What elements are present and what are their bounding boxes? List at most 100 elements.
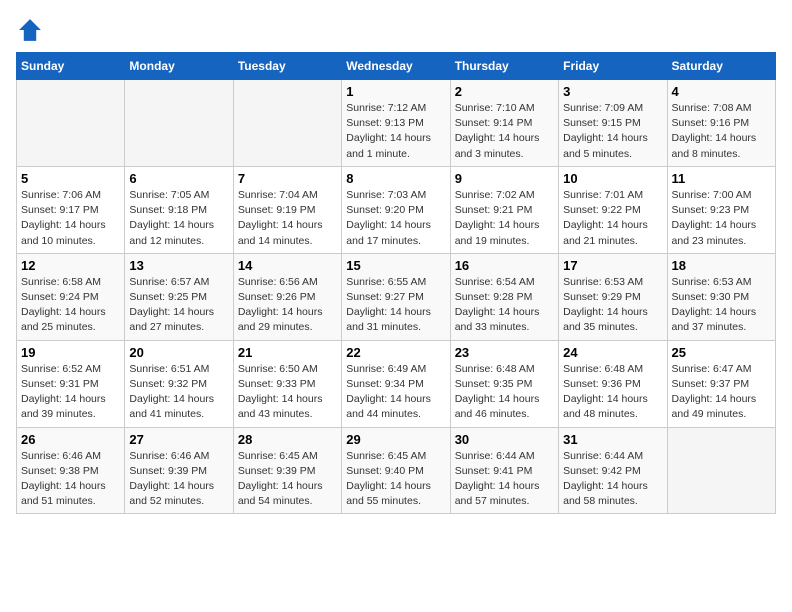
day-info: Sunrise: 6:51 AM Sunset: 9:32 PM Dayligh… — [129, 362, 228, 423]
calendar-cell: 18 Sunrise: 6:53 AM Sunset: 9:30 PM Dayli… — [667, 253, 775, 340]
column-header-sunday: Sunday — [17, 53, 125, 80]
calendar-cell: 17 Sunrise: 6:53 AM Sunset: 9:29 PM Dayli… — [559, 253, 667, 340]
day-info: Sunrise: 6:57 AM Sunset: 9:25 PM Dayligh… — [129, 275, 228, 336]
day-info: Sunrise: 6:48 AM Sunset: 9:35 PM Dayligh… — [455, 362, 554, 423]
day-info: Sunrise: 7:10 AM Sunset: 9:14 PM Dayligh… — [455, 101, 554, 162]
day-number: 28 — [238, 432, 337, 447]
day-info: Sunrise: 6:50 AM Sunset: 9:33 PM Dayligh… — [238, 362, 337, 423]
calendar-cell: 27 Sunrise: 6:46 AM Sunset: 9:39 PM Dayli… — [125, 427, 233, 514]
calendar-cell — [233, 80, 341, 167]
day-info: Sunrise: 7:09 AM Sunset: 9:15 PM Dayligh… — [563, 101, 662, 162]
day-number: 17 — [563, 258, 662, 273]
calendar-cell: 25 Sunrise: 6:47 AM Sunset: 9:37 PM Dayli… — [667, 340, 775, 427]
calendar-cell: 12 Sunrise: 6:58 AM Sunset: 9:24 PM Dayli… — [17, 253, 125, 340]
column-header-saturday: Saturday — [667, 53, 775, 80]
day-number: 2 — [455, 84, 554, 99]
calendar-cell: 10Sunrise: 7:01 AM Sunset: 9:22 PM Dayli… — [559, 166, 667, 253]
day-number: 6 — [129, 171, 228, 186]
day-info: Sunrise: 7:01 AM Sunset: 9:22 PM Dayligh… — [563, 188, 662, 249]
day-info: Sunrise: 6:55 AM Sunset: 9:27 PM Dayligh… — [346, 275, 445, 336]
day-info: Sunrise: 7:04 AM Sunset: 9:19 PM Dayligh… — [238, 188, 337, 249]
day-info: Sunrise: 6:45 AM Sunset: 9:39 PM Dayligh… — [238, 449, 337, 510]
day-info: Sunrise: 6:46 AM Sunset: 9:38 PM Dayligh… — [21, 449, 120, 510]
day-number: 15 — [346, 258, 445, 273]
day-number: 9 — [455, 171, 554, 186]
calendar-cell: 6 Sunrise: 7:05 AM Sunset: 9:18 PM Daylig… — [125, 166, 233, 253]
day-info: Sunrise: 6:45 AM Sunset: 9:40 PM Dayligh… — [346, 449, 445, 510]
day-info: Sunrise: 7:03 AM Sunset: 9:20 PM Dayligh… — [346, 188, 445, 249]
day-number: 25 — [672, 345, 771, 360]
calendar-cell: 11Sunrise: 7:00 AM Sunset: 9:23 PM Dayli… — [667, 166, 775, 253]
day-number: 4 — [672, 84, 771, 99]
day-info: Sunrise: 6:47 AM Sunset: 9:37 PM Dayligh… — [672, 362, 771, 423]
calendar-cell: 16 Sunrise: 6:54 AM Sunset: 9:28 PM Dayli… — [450, 253, 558, 340]
day-info: Sunrise: 6:48 AM Sunset: 9:36 PM Dayligh… — [563, 362, 662, 423]
day-info: Sunrise: 6:54 AM Sunset: 9:28 PM Dayligh… — [455, 275, 554, 336]
calendar-cell: 24Sunrise: 6:48 AM Sunset: 9:36 PM Dayli… — [559, 340, 667, 427]
day-number: 8 — [346, 171, 445, 186]
day-info: Sunrise: 7:00 AM Sunset: 9:23 PM Dayligh… — [672, 188, 771, 249]
day-number: 26 — [21, 432, 120, 447]
day-number: 1 — [346, 84, 445, 99]
calendar-cell: 29Sunrise: 6:45 AM Sunset: 9:40 PM Dayli… — [342, 427, 450, 514]
calendar-cell: 31 Sunrise: 6:44 AM Sunset: 9:42 PM Dayli… — [559, 427, 667, 514]
day-info: Sunrise: 6:44 AM Sunset: 9:41 PM Dayligh… — [455, 449, 554, 510]
calendar-cell — [667, 427, 775, 514]
day-info: Sunrise: 7:02 AM Sunset: 9:21 PM Dayligh… — [455, 188, 554, 249]
calendar-cell: 5Sunrise: 7:06 AM Sunset: 9:17 PM Daylig… — [17, 166, 125, 253]
day-number: 19 — [21, 345, 120, 360]
column-header-tuesday: Tuesday — [233, 53, 341, 80]
day-info: Sunrise: 6:53 AM Sunset: 9:29 PM Dayligh… — [563, 275, 662, 336]
day-number: 30 — [455, 432, 554, 447]
day-number: 16 — [455, 258, 554, 273]
calendar-week-row: 5Sunrise: 7:06 AM Sunset: 9:17 PM Daylig… — [17, 166, 776, 253]
logo — [16, 16, 48, 44]
day-number: 31 — [563, 432, 662, 447]
day-number: 18 — [672, 258, 771, 273]
day-number: 27 — [129, 432, 228, 447]
calendar-cell: 19 Sunrise: 6:52 AM Sunset: 9:31 PM Dayli… — [17, 340, 125, 427]
calendar-cell: 14Sunrise: 6:56 AM Sunset: 9:26 PM Dayli… — [233, 253, 341, 340]
calendar-header-row: SundayMondayTuesdayWednesdayThursdayFrid… — [17, 53, 776, 80]
calendar-cell: 1 Sunrise: 7:12 AM Sunset: 9:13 PM Daylig… — [342, 80, 450, 167]
day-info: Sunrise: 6:53 AM Sunset: 9:30 PM Dayligh… — [672, 275, 771, 336]
day-info: Sunrise: 7:12 AM Sunset: 9:13 PM Dayligh… — [346, 101, 445, 162]
calendar-week-row: 12 Sunrise: 6:58 AM Sunset: 9:24 PM Dayli… — [17, 253, 776, 340]
calendar-cell: 13 Sunrise: 6:57 AM Sunset: 9:25 PM Dayli… — [125, 253, 233, 340]
calendar-cell: 7 Sunrise: 7:04 AM Sunset: 9:19 PM Daylig… — [233, 166, 341, 253]
day-number: 13 — [129, 258, 228, 273]
column-header-wednesday: Wednesday — [342, 53, 450, 80]
day-number: 23 — [455, 345, 554, 360]
calendar-cell: 30 Sunrise: 6:44 AM Sunset: 9:41 PM Dayli… — [450, 427, 558, 514]
day-number: 22 — [346, 345, 445, 360]
day-info: Sunrise: 6:46 AM Sunset: 9:39 PM Dayligh… — [129, 449, 228, 510]
day-number: 12 — [21, 258, 120, 273]
day-number: 14 — [238, 258, 337, 273]
calendar-cell: 3Sunrise: 7:09 AM Sunset: 9:15 PM Daylig… — [559, 80, 667, 167]
calendar-cell: 2 Sunrise: 7:10 AM Sunset: 9:14 PM Daylig… — [450, 80, 558, 167]
day-number: 7 — [238, 171, 337, 186]
day-info: Sunrise: 7:08 AM Sunset: 9:16 PM Dayligh… — [672, 101, 771, 162]
calendar-cell: 8 Sunrise: 7:03 AM Sunset: 9:20 PM Daylig… — [342, 166, 450, 253]
calendar-cell: 20 Sunrise: 6:51 AM Sunset: 9:32 PM Dayli… — [125, 340, 233, 427]
calendar-cell: 15 Sunrise: 6:55 AM Sunset: 9:27 PM Dayli… — [342, 253, 450, 340]
calendar-week-row: 26 Sunrise: 6:46 AM Sunset: 9:38 PM Dayli… — [17, 427, 776, 514]
calendar-cell: 22 Sunrise: 6:49 AM Sunset: 9:34 PM Dayli… — [342, 340, 450, 427]
column-header-thursday: Thursday — [450, 53, 558, 80]
day-number: 20 — [129, 345, 228, 360]
logo-icon — [16, 16, 44, 44]
column-header-monday: Monday — [125, 53, 233, 80]
calendar-cell — [17, 80, 125, 167]
calendar-cell: 9 Sunrise: 7:02 AM Sunset: 9:21 PM Daylig… — [450, 166, 558, 253]
column-header-friday: Friday — [559, 53, 667, 80]
day-info: Sunrise: 7:05 AM Sunset: 9:18 PM Dayligh… — [129, 188, 228, 249]
calendar-cell: 4 Sunrise: 7:08 AM Sunset: 9:16 PM Daylig… — [667, 80, 775, 167]
day-info: Sunrise: 6:44 AM Sunset: 9:42 PM Dayligh… — [563, 449, 662, 510]
calendar-cell — [125, 80, 233, 167]
day-info: Sunrise: 6:58 AM Sunset: 9:24 PM Dayligh… — [21, 275, 120, 336]
day-number: 21 — [238, 345, 337, 360]
day-info: Sunrise: 7:06 AM Sunset: 9:17 PM Dayligh… — [21, 188, 120, 249]
calendar-cell: 23 Sunrise: 6:48 AM Sunset: 9:35 PM Dayli… — [450, 340, 558, 427]
day-info: Sunrise: 6:52 AM Sunset: 9:31 PM Dayligh… — [21, 362, 120, 423]
day-info: Sunrise: 6:49 AM Sunset: 9:34 PM Dayligh… — [346, 362, 445, 423]
